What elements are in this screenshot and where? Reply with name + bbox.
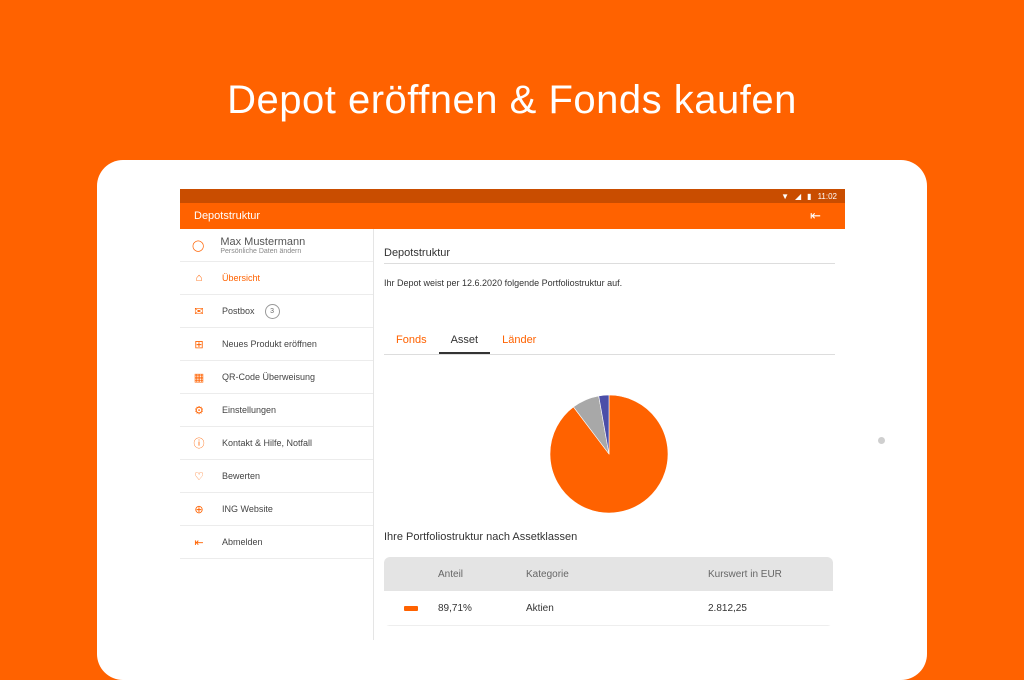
- sidebar-item-label: Kontakt & Hilfe, Notfall: [222, 438, 313, 448]
- header-kurswert: Kurswert in EUR: [708, 568, 782, 580]
- status-bar: ▼ ◢ ▮ 11:02: [180, 189, 845, 203]
- sidebar-item-label: QR-Code Überweisung: [222, 372, 316, 382]
- headline: Depot eröffnen & Fonds kaufen: [227, 78, 797, 122]
- section-title: Depotstruktur: [384, 247, 835, 264]
- sidebar-item-bewerten[interactable]: ♡ Bewerten: [180, 460, 373, 493]
- logout-icon[interactable]: ⇤: [810, 208, 821, 224]
- sidebar-item-abmelden[interactable]: ⇤ Abmelden: [180, 526, 373, 559]
- intro-text: Ihr Depot weist per 12.6.2020 folgende P…: [384, 278, 623, 288]
- profile-name: Max Mustermann: [220, 235, 306, 248]
- tab-bar: Fonds Asset Länder: [384, 334, 835, 355]
- battery-icon: ▮: [807, 191, 812, 201]
- sidebar: ◯ Max Mustermann Persönliche Daten änder…: [180, 229, 374, 640]
- user-icon: ◯: [192, 239, 205, 252]
- table-title: Ihre Portfoliostruktur nach Assetklassen: [384, 531, 578, 543]
- tab-fonds[interactable]: Fonds: [384, 334, 439, 354]
- app-bar: Depotstruktur ⇤: [180, 203, 845, 229]
- sidebar-item-label: Neues Produkt eröffnen: [222, 339, 317, 349]
- globe-icon: ⊕: [194, 503, 204, 516]
- wifi-icon: ▼: [781, 191, 789, 201]
- plus-box-icon: ⊞: [194, 338, 204, 351]
- pie-chart: [549, 394, 669, 514]
- tab-asset[interactable]: Asset: [438, 334, 491, 354]
- tablet-camera: [878, 437, 885, 444]
- table-header: Anteil Kategorie Kurswert in EUR: [384, 557, 833, 591]
- sidebar-item-ing-website[interactable]: ⊕ ING Website: [180, 493, 373, 526]
- info-icon: ⓘ: [193, 438, 205, 450]
- tab-laender[interactable]: Länder: [490, 334, 548, 354]
- sidebar-item-label: Übersicht: [222, 273, 261, 283]
- sidebar-item-label: Einstellungen: [222, 405, 277, 415]
- profile-subtitle: Persönliche Daten ändern: [220, 247, 302, 255]
- gear-icon: ⚙: [194, 404, 204, 417]
- sidebar-item-label: Bewerten: [222, 471, 261, 481]
- cell-category: Aktien: [526, 602, 554, 614]
- sidebar-item-neues-produkt[interactable]: ⊞ Neues Produkt eröffnen: [180, 328, 373, 361]
- cell-value: 2.812,25: [708, 602, 747, 614]
- header-anteil: Anteil: [438, 568, 464, 580]
- app-bar-title: Depotstruktur: [194, 210, 261, 222]
- home-icon: ⌂: [195, 272, 203, 284]
- qr-code-icon: ▦: [193, 371, 205, 384]
- sidebar-item-kontakt[interactable]: ⓘ Kontakt & Hilfe, Notfall: [180, 427, 373, 460]
- sidebar-item-label: ING Website: [222, 504, 273, 514]
- cell-share: 89,71%: [438, 602, 472, 614]
- heart-icon: ♡: [194, 470, 204, 483]
- sidebar-item-qr-code[interactable]: ▦ QR-Code Überweisung: [180, 361, 373, 394]
- legend-swatch: [404, 605, 418, 611]
- sidebar-item-postbox[interactable]: ✉ Postbox 3: [180, 295, 373, 328]
- sidebar-item-uebersicht[interactable]: ⌂ Übersicht: [180, 262, 373, 295]
- main-content: Depotstruktur Ihr Depot weist per 12.6.2…: [384, 229, 835, 640]
- table-row[interactable]: 89,71% Aktien 2.812,25: [384, 591, 833, 626]
- sidebar-item-label: Postbox: [222, 306, 255, 316]
- mail-icon: ✉: [194, 305, 204, 318]
- postbox-badge: 3: [264, 303, 280, 319]
- app-screen: ▼ ◢ ▮ 11:02 Depotstruktur ⇤ ◯ Max Muster…: [180, 189, 845, 640]
- portfolio-table: Anteil Kategorie Kurswert in EUR 89,71% …: [384, 557, 833, 626]
- signal-icon: ◢: [795, 191, 802, 201]
- logout-icon: ⇤: [194, 536, 204, 549]
- sidebar-item-einstellungen[interactable]: ⚙ Einstellungen: [180, 394, 373, 427]
- header-kategorie: Kategorie: [526, 568, 569, 580]
- status-time: 11:02: [817, 191, 837, 201]
- sidebar-item-label: Abmelden: [222, 537, 263, 547]
- profile-item[interactable]: ◯ Max Mustermann Persönliche Daten änder…: [180, 229, 373, 262]
